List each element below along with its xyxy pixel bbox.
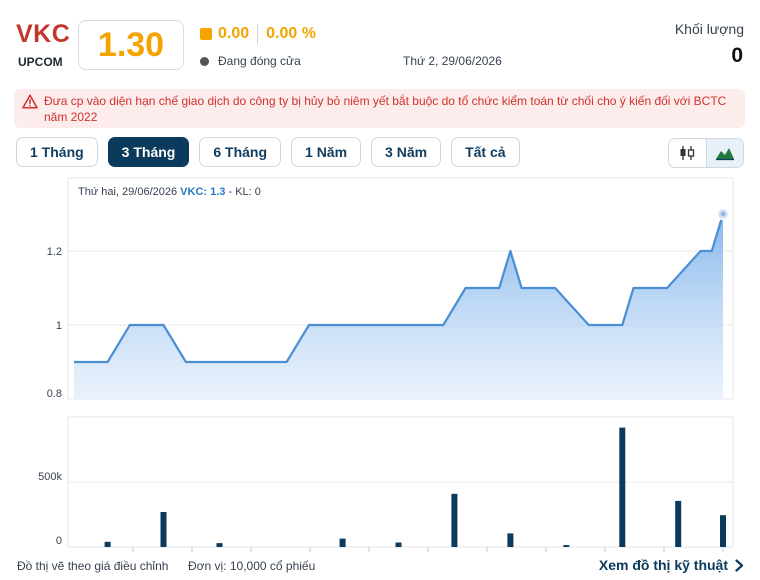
volume-bar xyxy=(563,545,570,547)
volume-bar xyxy=(216,543,223,547)
tab-label: 1 Tháng xyxy=(30,144,84,160)
price-change: 0.00 0.00 % xyxy=(200,24,316,44)
tab-6-months[interactable]: 6 Tháng xyxy=(199,137,282,167)
status-text: Đang đóng cửa xyxy=(218,54,301,68)
current-price: 1.30 xyxy=(97,25,165,64)
chart-tooltip: Thứ hai, 29/06/2026 VKC: 1.3 - KL: 0 xyxy=(78,186,261,198)
volume-unit-note: Đơn vị: 10,000 cổ phiếu xyxy=(188,559,316,573)
volume-bar xyxy=(104,541,111,547)
volume-bar xyxy=(619,427,626,547)
volume-label: Khối lượng xyxy=(674,21,744,37)
tab-all[interactable]: Tất cả xyxy=(451,137,520,167)
warning-banner: Đưa cp vào diện hạn chế giao dịch do côn… xyxy=(14,89,745,128)
warning-triangle-icon xyxy=(22,94,38,109)
volume-bar xyxy=(339,538,346,547)
price-area xyxy=(74,214,723,399)
tab-label: 6 Tháng xyxy=(213,144,268,160)
ticker-symbol: VKC xyxy=(16,20,71,48)
price-tick-label: 1 xyxy=(56,320,62,332)
tab-3-years[interactable]: 3 Năm xyxy=(371,137,442,167)
volume-bar xyxy=(451,493,458,547)
mountain-chart-icon xyxy=(715,148,734,161)
last-price-marker-dot xyxy=(720,211,726,217)
reference-square-icon xyxy=(200,28,212,40)
volume-bar xyxy=(395,542,402,547)
tooltip-volume: - KL: 0 xyxy=(228,186,261,198)
change-value: 0.00 xyxy=(218,25,250,42)
tab-label: 3 Năm xyxy=(385,144,428,160)
tooltip-price: VKC: 1.3 xyxy=(180,186,226,198)
volume-bar xyxy=(160,512,167,547)
exchange-label: UPCOM xyxy=(18,55,63,69)
change-percent: 0.00 % xyxy=(266,25,316,42)
tab-3-months[interactable]: 3 Tháng xyxy=(107,137,190,167)
technical-chart-link[interactable]: Xem đồ thị kỹ thuật xyxy=(599,557,744,573)
volume-bar xyxy=(675,500,682,547)
chart-type-toggle xyxy=(668,138,744,168)
volume-bar xyxy=(507,533,514,547)
tooltip-date: Thứ hai, 29/06/2026 xyxy=(78,186,178,198)
link-label: Xem đồ thị kỹ thuật xyxy=(598,557,728,573)
candlestick-icon xyxy=(680,146,695,160)
status-dot-icon xyxy=(200,56,209,66)
volume-bar xyxy=(720,515,726,547)
trade-date: Thứ 2, 29/06/2026 xyxy=(403,54,502,68)
tab-1-month[interactable]: 1 Tháng xyxy=(16,137,98,167)
range-tabs: 1 Tháng 3 Tháng 6 Tháng 1 Năm 3 Năm Tất … xyxy=(16,137,530,167)
warning-text: Đưa cp vào diện hạn chế giao dịch do côn… xyxy=(44,94,727,124)
price-box: 1.30 xyxy=(78,20,184,70)
adjusted-price-note: Đồ thị vẽ theo giá điều chỉnh xyxy=(17,559,169,573)
candlestick-button[interactable] xyxy=(669,139,706,167)
chevron-right-icon xyxy=(735,558,744,572)
market-status: Đang đóng cửa xyxy=(200,54,301,68)
area-chart-button[interactable] xyxy=(705,139,743,167)
price-tick-label: 0.8 xyxy=(47,388,62,400)
volume-tick-label: 500k xyxy=(38,471,62,483)
price-tick-label: 1.2 xyxy=(47,246,62,258)
tab-1-year[interactable]: 1 Năm xyxy=(291,137,362,167)
tab-label: 1 Năm xyxy=(305,144,348,160)
volume-tick-label: 0 xyxy=(56,535,62,547)
tab-label: 3 Tháng xyxy=(121,144,176,160)
price-volume-chart: 0.8 1 1.2 0 500k xyxy=(38,177,734,552)
tab-label: Tất cả xyxy=(465,144,506,160)
divider xyxy=(257,24,259,44)
volume-value: 0 xyxy=(731,44,743,67)
